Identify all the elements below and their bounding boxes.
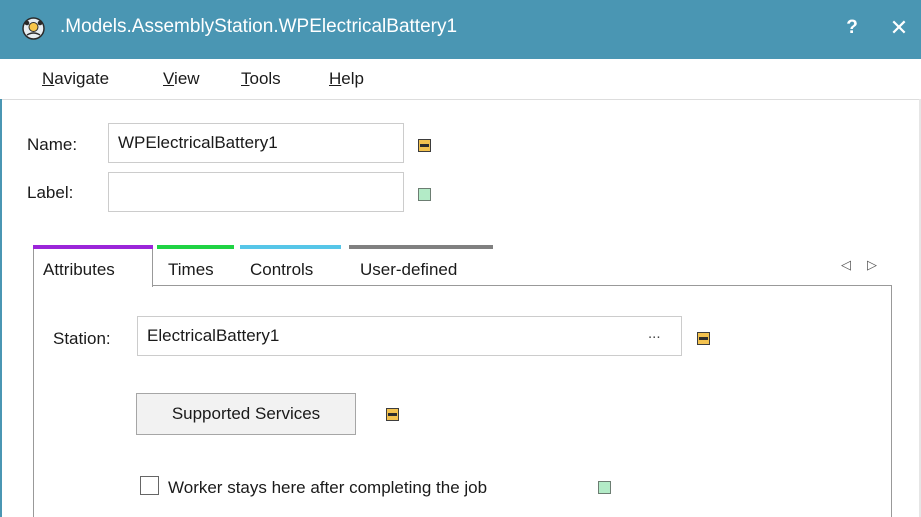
- menu-view[interactable]: View: [163, 69, 200, 89]
- tab-user-defined[interactable]: User-defined: [360, 260, 457, 280]
- close-button[interactable]: ✕: [886, 14, 912, 42]
- tab-times[interactable]: Times: [168, 260, 214, 280]
- help-button[interactable]: ?: [840, 14, 864, 42]
- window-title: .Models.AssemblyStation.WPElectricalBatt…: [60, 16, 458, 37]
- tab-accent-times: [157, 245, 234, 249]
- menu-navigate[interactable]: Navigate: [42, 69, 109, 89]
- inheritance-marker-icon[interactable]: [418, 139, 431, 152]
- station-label: Station:: [53, 329, 111, 348]
- worker-stays-label: Worker stays here after completing the j…: [168, 478, 488, 497]
- inheritance-marker-icon[interactable]: [598, 481, 611, 494]
- tab-controls[interactable]: Controls: [250, 260, 313, 280]
- menu-bar: Navigate View Tools Help: [0, 59, 921, 100]
- menu-tools[interactable]: Tools: [241, 69, 281, 89]
- supported-services-button[interactable]: Supported Services: [136, 393, 356, 435]
- label-label: Label:: [27, 183, 74, 202]
- inheritance-marker-icon[interactable]: [418, 188, 431, 201]
- tab-accent-controls: [240, 245, 341, 249]
- app-icon: [22, 17, 45, 40]
- station-browse-button[interactable]: ...: [648, 325, 661, 342]
- station-field[interactable]: ElectricalBattery1: [137, 316, 682, 356]
- menu-help[interactable]: Help: [329, 69, 364, 89]
- label-field[interactable]: [108, 172, 404, 212]
- title-bar: .Models.AssemblyStation.WPElectricalBatt…: [0, 0, 921, 59]
- worker-stays-checkbox[interactable]: [140, 476, 159, 495]
- tab-accent-user-defined: [349, 245, 493, 249]
- name-label: Name:: [27, 135, 78, 154]
- name-field[interactable]: WPElectricalBattery1: [108, 123, 404, 163]
- tab-attributes[interactable]: Attributes: [33, 249, 153, 287]
- tab-attributes-label: Attributes: [43, 260, 115, 279]
- window-border-left: [0, 99, 2, 517]
- inheritance-marker-icon[interactable]: [697, 332, 710, 345]
- inheritance-marker-icon[interactable]: [386, 408, 399, 421]
- tab-scroll-right-icon[interactable]: ▷: [867, 257, 877, 273]
- tab-scroll-left-icon[interactable]: ◁: [841, 257, 851, 273]
